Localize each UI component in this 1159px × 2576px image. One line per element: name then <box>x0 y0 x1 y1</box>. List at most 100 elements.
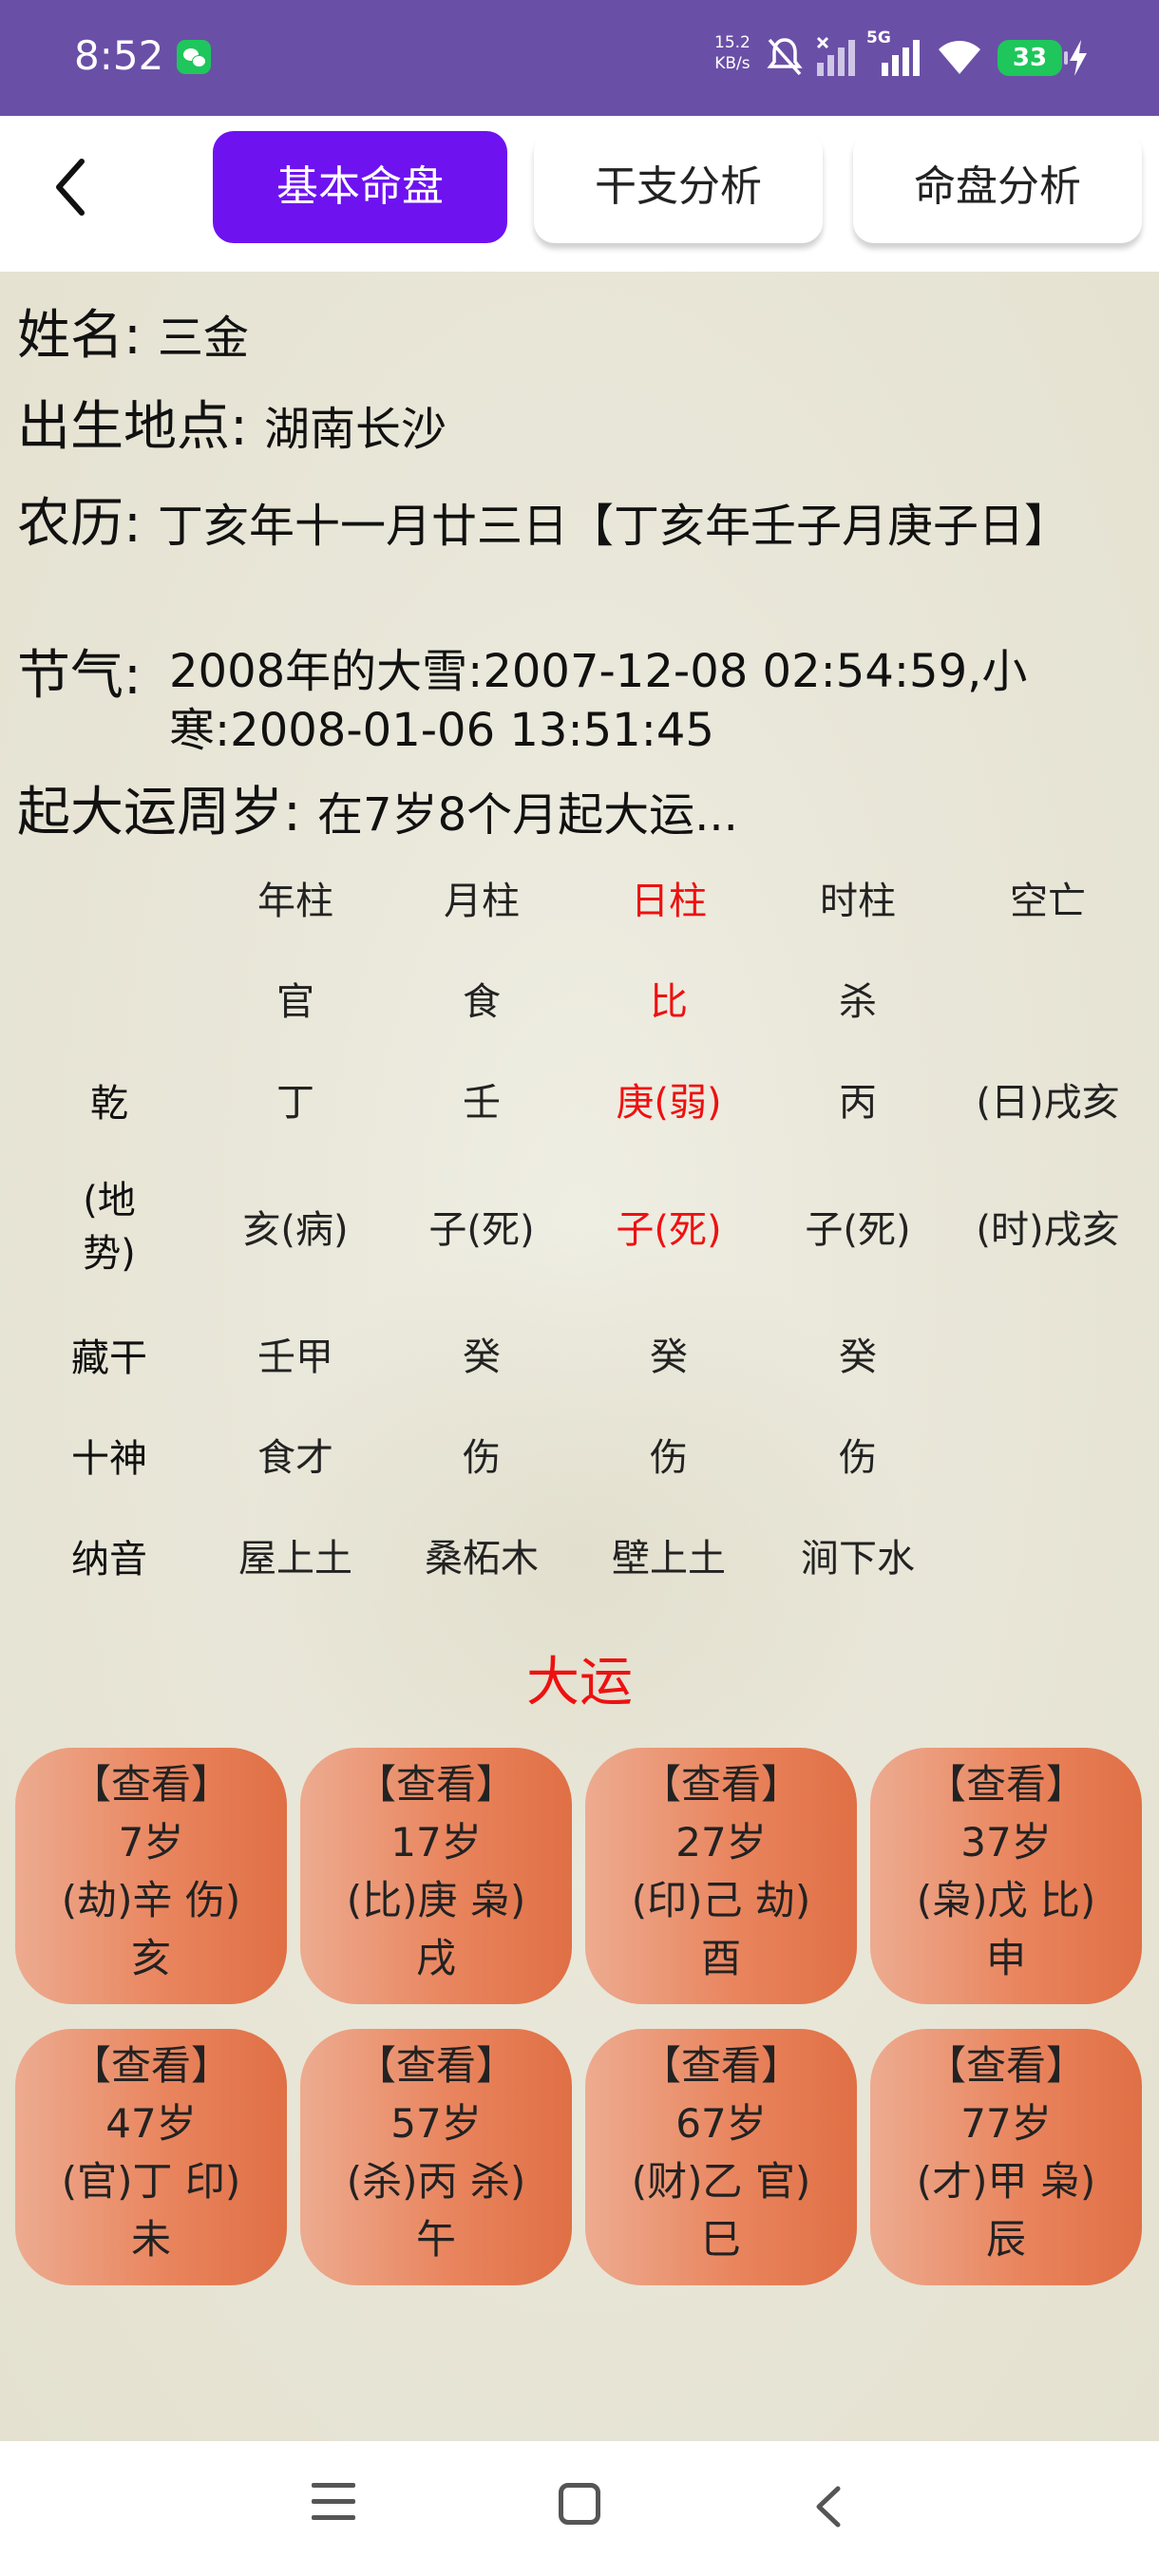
dayun-gan: (枭)戊 比) <box>916 1877 1096 1923</box>
dayun-gan: (印)己 劫) <box>631 1877 811 1923</box>
top-tab-bar: 基本命盘 干支分析 命盘分析 <box>0 116 1159 272</box>
dayun-zhi: 未 <box>130 2216 171 2263</box>
status-bar: 8:52 15.2 KB/s 5G 33 <box>0 0 1159 116</box>
dayun-card-1[interactable]: 【查看】 7岁 (劫)辛 伤) 亥 <box>15 1748 287 2004</box>
dayun-age: 47岁 <box>105 2100 197 2147</box>
battery-level: 33 <box>1012 44 1048 72</box>
row-label-shishen: 十神 <box>71 1437 147 1481</box>
dayun-zhi: 午 <box>415 2216 456 2263</box>
dayun-card-8[interactable]: 【查看】 77岁 (才)甲 枭) 辰 <box>870 2029 1142 2285</box>
jieqi-label: 节气: <box>17 645 142 707</box>
tab-basic-chart[interactable]: 基本命盘 <box>213 131 507 243</box>
row-label-dishi-line1: (地 <box>83 1179 136 1222</box>
dayun-age: 7岁 <box>118 1819 184 1866</box>
dayun-view-label: 【查看】 <box>70 2042 231 2089</box>
birthplace-label: 出生地点: <box>17 396 248 458</box>
dayun-age: 77岁 <box>960 2100 1052 2147</box>
dayun-zhi: 戌 <box>415 1935 456 1981</box>
nav-back-button[interactable] <box>808 2483 849 2530</box>
dayun-view-label: 【查看】 <box>355 1761 516 1808</box>
nayin-day: 壁上土 <box>612 1537 726 1581</box>
home-button[interactable] <box>559 2483 600 2525</box>
wechat-icon <box>177 40 211 74</box>
name-row: 姓名: 三金 <box>17 293 249 369</box>
row-label-canggan: 藏干 <box>71 1336 147 1380</box>
row-label-dishi: (地 势) <box>57 1174 162 1280</box>
col-header-year: 年柱 <box>257 880 333 923</box>
lunar-label: 农历: <box>17 493 142 555</box>
dayun-gan: (杀)丙 杀) <box>346 2158 526 2205</box>
row-label-dishi-line2: 势) <box>83 1232 136 1276</box>
dayun-card-2[interactable]: 【查看】 17岁 (比)庚 枭) 戌 <box>300 1748 572 2004</box>
dayun-zhi: 亥 <box>130 1935 171 1981</box>
row-label-qian: 乾 <box>90 1082 128 1126</box>
qiyun-row: 起大运周岁: 在7岁8个月起大运... <box>17 769 738 846</box>
lunar-value: 丁亥年十一月廿三日【丁亥年壬子月庚子日】 <box>158 500 1071 553</box>
qiyun-value: 在7岁8个月起大运... <box>317 788 738 842</box>
dayun-title: 大运 <box>526 1652 633 1714</box>
god-day: 比 <box>650 980 688 1024</box>
dayun-view-label: 【查看】 <box>925 1761 1086 1808</box>
qiyun-label: 起大运周岁: <box>17 782 301 843</box>
nayin-year: 屋上土 <box>238 1537 352 1581</box>
dayun-gan: (财)乙 官) <box>631 2158 811 2205</box>
status-time: 8:52 <box>74 32 164 79</box>
dayun-card-6[interactable]: 【查看】 57岁 (杀)丙 杀) 午 <box>300 2029 572 2285</box>
god-hour: 杀 <box>839 980 877 1024</box>
stem-month: 壬 <box>463 1081 501 1125</box>
dayun-age: 17岁 <box>390 1819 482 1866</box>
branch-month: 子(死) <box>428 1208 535 1252</box>
recent-apps-button[interactable] <box>312 2483 355 2527</box>
wifi-icon <box>939 41 980 74</box>
canggan-day: 癸 <box>650 1335 688 1379</box>
birthplace-value: 湖南长沙 <box>264 403 447 456</box>
col-header-hour: 时柱 <box>820 880 896 923</box>
dayun-card-3[interactable]: 【查看】 27岁 (印)己 劫) 酉 <box>585 1748 857 2004</box>
nayin-hour: 涧下水 <box>801 1537 915 1581</box>
dayun-zhi: 酉 <box>700 1935 741 1981</box>
net-speed-value: 15.2 <box>714 33 750 52</box>
canggan-month: 癸 <box>463 1335 501 1379</box>
jieqi-value: 2008年的大雪:2007-12-08 02:54:59,小寒:2008-01-… <box>169 645 1028 757</box>
dayun-view-label: 【查看】 <box>70 1761 231 1808</box>
charging-icon <box>1070 40 1087 76</box>
tab-ganzhi-analysis[interactable]: 干支分析 <box>534 131 823 243</box>
dayun-age: 67岁 <box>675 2100 767 2147</box>
battery-icon: 33 <box>998 40 1068 76</box>
shishen-year: 食才 <box>257 1436 333 1480</box>
main-content: 姓名: 三金 出生地点: 湖南长沙 农历: 丁亥年十一月廿三日【丁亥年壬子月庚子… <box>0 272 1159 2441</box>
stem-hour: 丙 <box>839 1081 877 1125</box>
jieqi-row: 节气: 2008年的大雪:2007-12-08 02:54:59,小寒:2008… <box>17 633 1027 757</box>
dayun-card-4[interactable]: 【查看】 37岁 (枭)戊 比) 申 <box>870 1748 1142 2004</box>
dayun-gan: (比)庚 枭) <box>346 1877 526 1923</box>
col-header-kongwang: 空亡 <box>1010 880 1086 923</box>
branch-year: 亥(病) <box>242 1208 349 1252</box>
dayun-view-label: 【查看】 <box>640 1761 801 1808</box>
branch-day: 子(死) <box>616 1208 722 1252</box>
dayun-zhi: 巳 <box>700 2216 741 2263</box>
dayun-gan: (官)丁 印) <box>61 2158 241 2205</box>
system-nav-bar <box>0 2441 1159 2576</box>
dayun-card-5[interactable]: 【查看】 47岁 (官)丁 印) 未 <box>15 2029 287 2285</box>
kongwang-day: (日)戌亥 <box>976 1081 1120 1125</box>
stem-day: 庚(弱) <box>616 1081 722 1125</box>
dayun-view-label: 【查看】 <box>355 2042 516 2089</box>
dayun-zhi: 申 <box>985 1935 1026 1981</box>
canggan-year: 壬甲 <box>257 1335 333 1379</box>
dayun-view-label: 【查看】 <box>925 2042 1086 2089</box>
branch-hour: 子(死) <box>805 1208 911 1252</box>
net-speed: 15.2 KB/s <box>714 32 750 74</box>
dayun-age: 27岁 <box>675 1819 767 1866</box>
name-value: 三金 <box>158 312 250 365</box>
canggan-hour: 癸 <box>839 1335 877 1379</box>
nayin-month: 桑柘木 <box>425 1537 539 1581</box>
dayun-card-7[interactable]: 【查看】 67岁 (财)乙 官) 巳 <box>585 2029 857 2285</box>
back-button[interactable] <box>46 154 103 220</box>
signal-icon <box>816 36 855 76</box>
col-header-day: 日柱 <box>631 880 707 923</box>
tab-chart-analysis[interactable]: 命盘分析 <box>853 131 1142 243</box>
dayun-age: 57岁 <box>390 2100 482 2147</box>
kongwang-hour: (时)戌亥 <box>976 1208 1120 1252</box>
row-label-nayin: 纳音 <box>71 1538 147 1582</box>
col-header-month: 月柱 <box>444 880 520 923</box>
